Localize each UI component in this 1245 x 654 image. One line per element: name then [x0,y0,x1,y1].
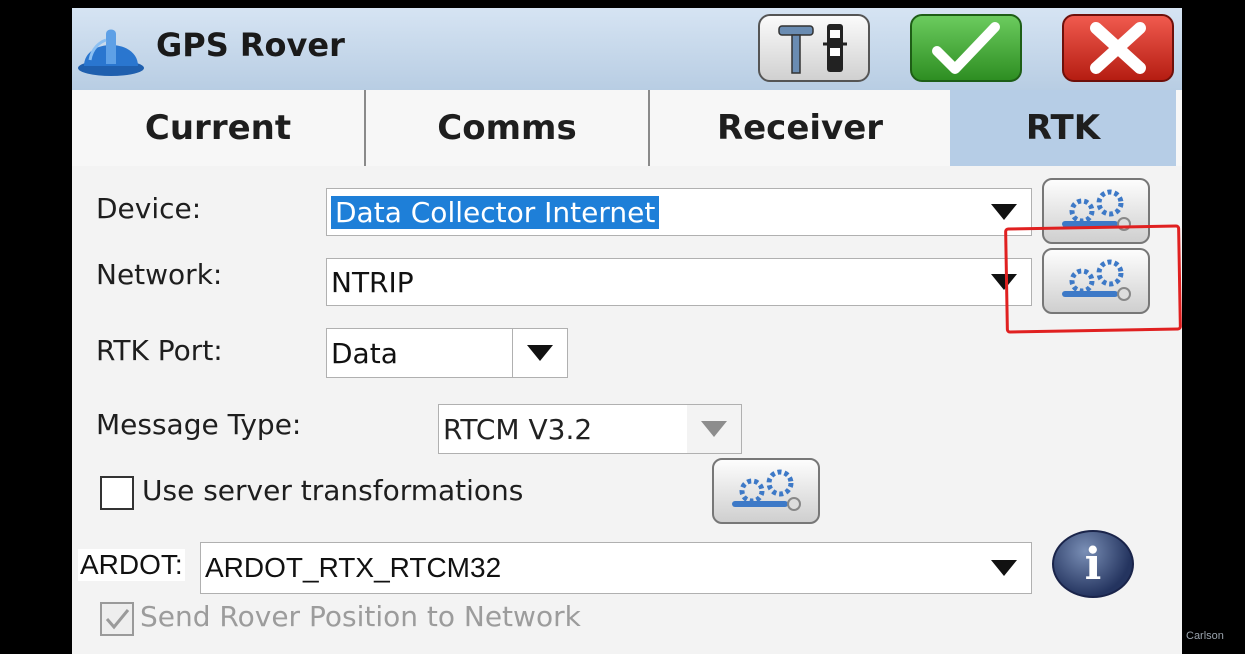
checkmark-icon [932,22,1000,74]
use-server-transformations-checkbox[interactable] [100,476,134,510]
gears-wrench-icon [732,469,801,511]
device-label: Device: [96,192,202,225]
mountpoint-dropdown-button[interactable] [977,543,1031,593]
rtk-port-select[interactable]: Data [326,328,568,378]
message-type-value: RTCM V3.2 [443,412,593,446]
info-button[interactable]: i [1052,530,1134,598]
annotation-highlight [1004,224,1182,334]
rtk-port-label: RTK Port: [96,334,223,367]
gps-rover-dialog: GPS Rover Current Comms Receiver RTK Dev… [72,8,1182,654]
message-type-select[interactable]: RTCM V3.2 [438,404,742,454]
use-server-transformations-label: Use server transformations [142,474,524,507]
network-select[interactable]: NTRIP [326,258,1032,306]
mountpoint-label: ARDOT: [78,549,185,581]
tab-current[interactable]: Current [72,90,364,166]
chevron-down-icon [527,345,553,361]
network-value: NTRIP [331,265,414,299]
hard-hat-icon [78,29,144,76]
tab-bar: Current Comms Receiver RTK [72,90,1182,166]
rover-settings-button[interactable] [758,14,870,82]
chevron-down-icon [701,421,727,437]
right-letterbox [1183,0,1245,654]
checkmark-icon [105,609,130,630]
rtk-port-value: Data [331,336,398,370]
device-select[interactable]: Data Collector Internet [326,188,1032,236]
watermark: Carlson [1186,630,1224,642]
send-rover-position-checkbox[interactable] [100,602,134,636]
tab-comms[interactable]: Comms [364,90,648,166]
chevron-down-icon [991,560,1017,576]
tab-rtk[interactable]: RTK [950,90,1176,166]
chevron-down-icon [991,204,1017,220]
rtk-port-dropdown-button[interactable] [512,329,567,377]
mountpoint-value: ARDOT_RTX_RTCM32 [205,552,502,583]
ok-button[interactable] [910,14,1022,82]
mountpoint-select[interactable]: ARDOT_RTX_RTCM32 [200,542,1032,594]
rover-pole-icon [778,24,847,74]
info-icon: i [1084,538,1102,590]
window-title: GPS Rover [156,26,345,64]
tab-receiver[interactable]: Receiver [648,90,950,166]
message-type-dropdown-button[interactable] [687,405,741,453]
transformations-settings-button[interactable] [712,458,820,524]
close-icon [1090,22,1146,74]
left-letterbox [0,0,72,654]
message-type-label: Message Type: [96,408,302,441]
send-rover-position-label: Send Rover Position to Network [140,600,581,633]
title-bar: GPS Rover [72,8,1182,90]
device-value: Data Collector Internet [331,195,660,229]
network-label: Network: [96,258,223,291]
cancel-button[interactable] [1062,14,1174,82]
